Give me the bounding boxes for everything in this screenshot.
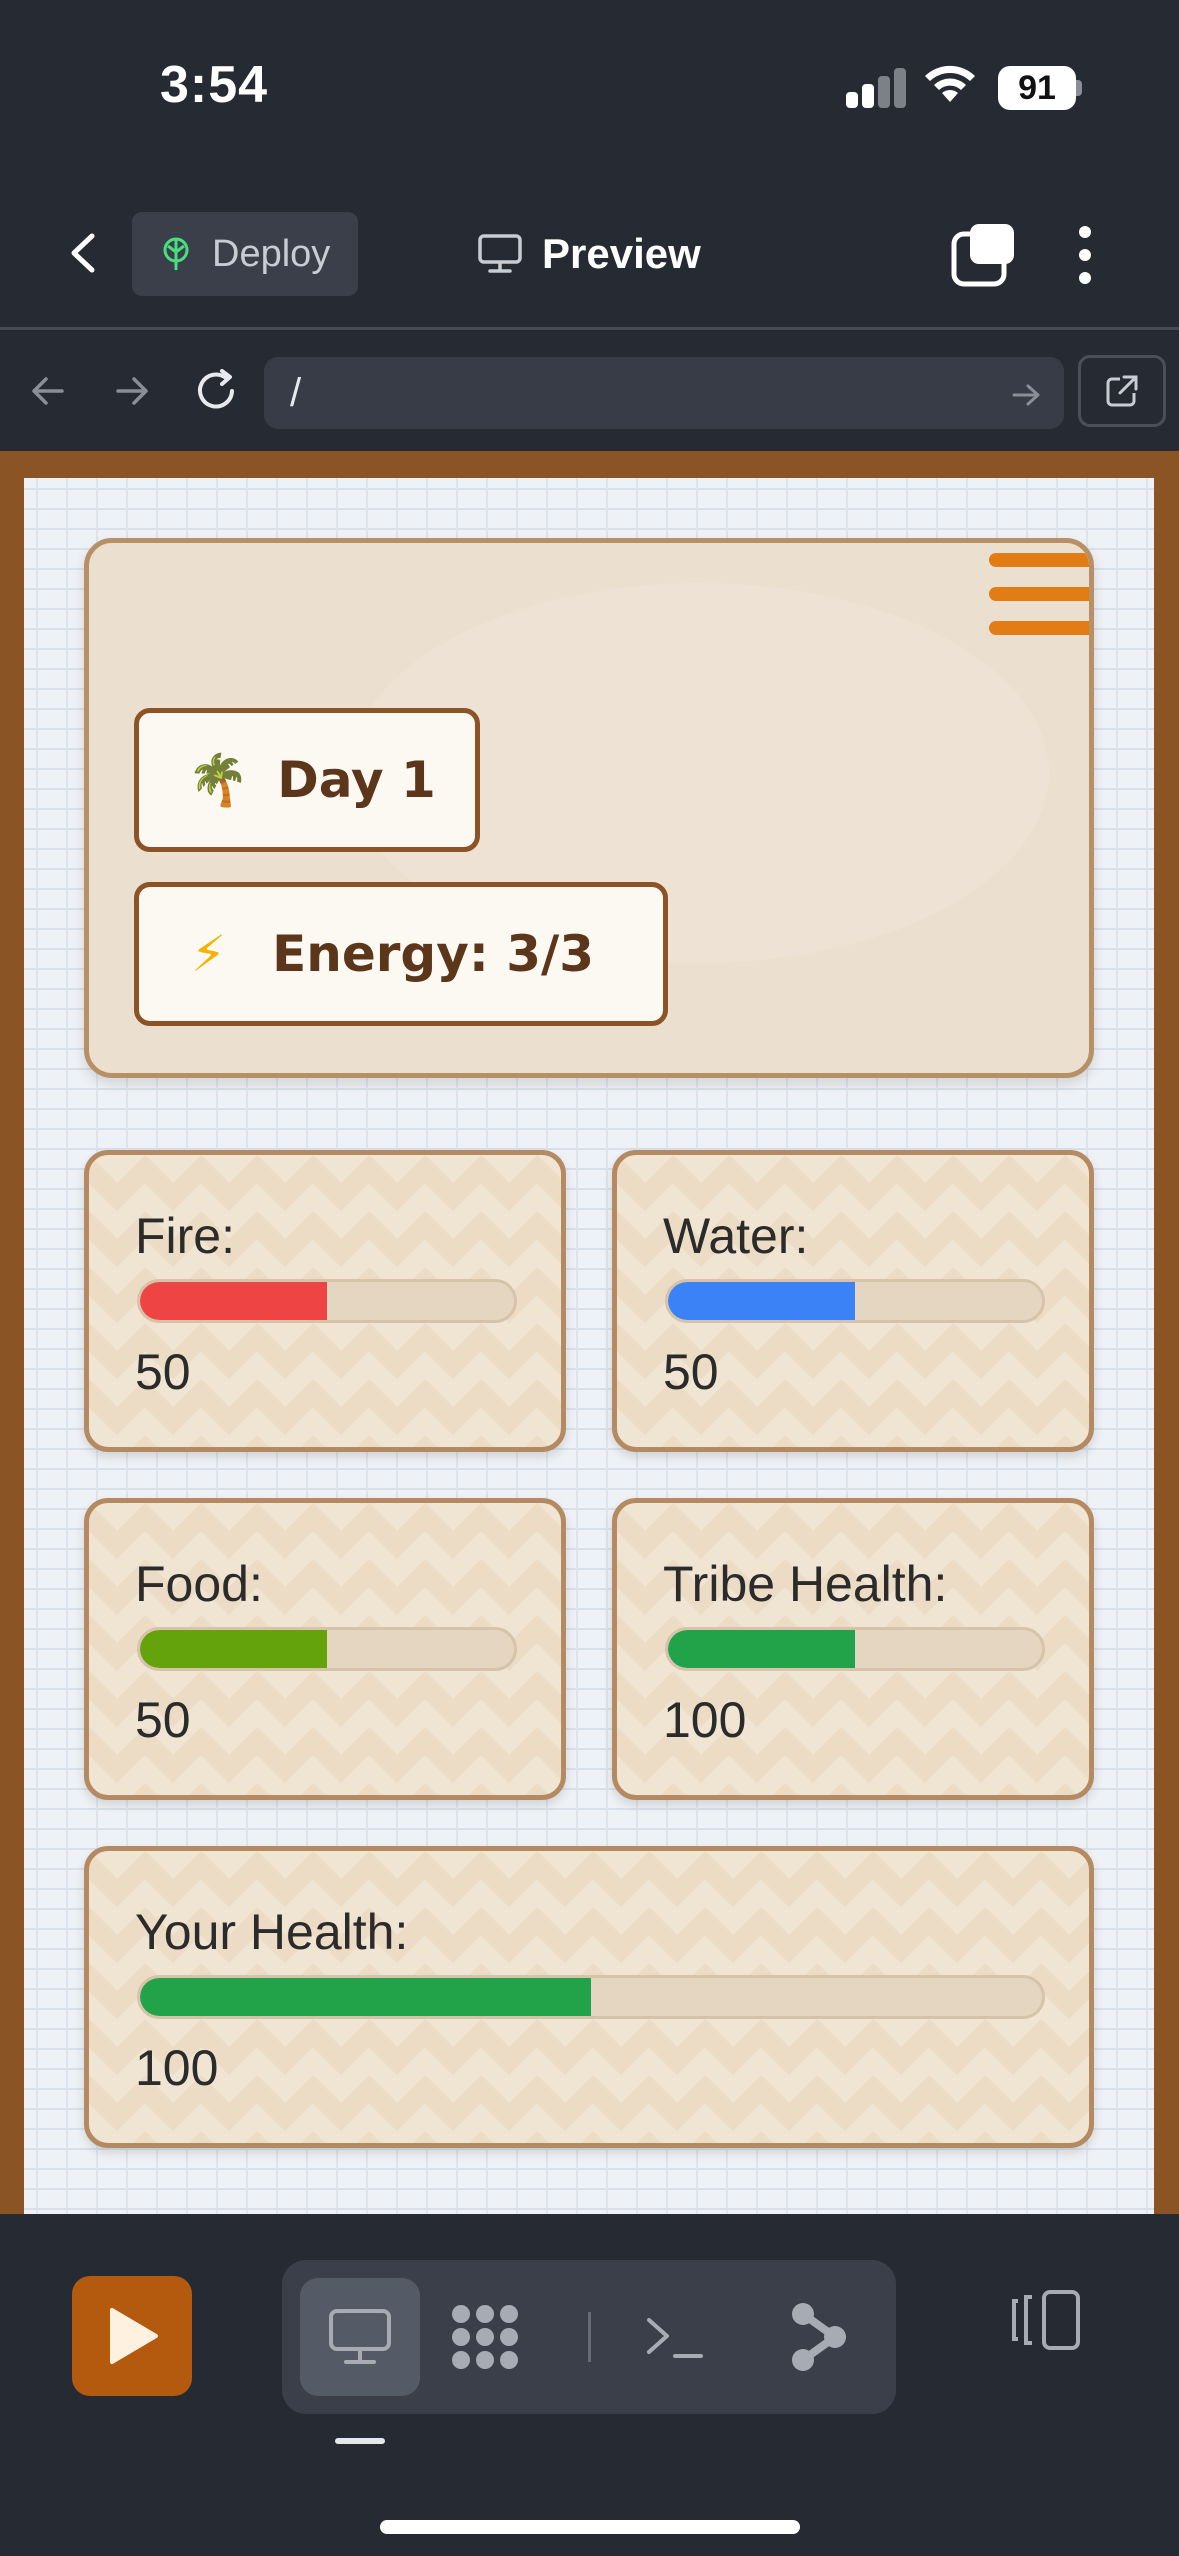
stat-value: 100 [663,1692,747,1748]
stat-label: Food: [135,1556,263,1612]
hamburger-menu-icon[interactable] [989,553,1089,635]
app-bar: Deploy Preview [0,170,1179,330]
play-icon [110,2308,158,2364]
git-branch-icon [792,2303,846,2371]
preview-tab[interactable]: Preview [478,222,701,286]
reload-icon[interactable] [192,367,240,415]
stat-bar [137,1975,1045,2019]
status-bar: 3:54 91 [0,0,1179,170]
tabs-icon[interactable] [950,222,1016,288]
desktop-icon [329,2309,391,2364]
stat-bar-fill [668,1630,855,1668]
bottom-toolbar [0,2214,1179,2556]
back-chevron-icon[interactable] [60,228,110,278]
wifi-icon [925,65,975,102]
more-vertical-icon[interactable] [1070,222,1100,288]
energy-badge: ⚡ Energy: 3/3 [134,882,668,1026]
stat-bar [665,1627,1045,1671]
status-time: 3:54 [160,56,269,114]
day-badge: 🌴 Day 1 [134,708,480,852]
home-indicator [380,2520,800,2534]
stat-bar-fill [140,1282,327,1320]
deploy-icon [163,237,189,270]
stat-value: 50 [663,1344,719,1400]
game-page: 🌴 Day 1 ⚡ Energy: 3/3 Fire: 50 Water: 50… [24,478,1154,2214]
run-button[interactable] [72,2276,192,2396]
stat-card-food: Food: 50 [84,1498,566,1800]
arrow-right-icon[interactable] [112,371,152,411]
stat-value: 50 [135,1344,191,1400]
open-external-button[interactable] [1078,355,1166,427]
battery-icon [1076,80,1082,96]
stat-bar [137,1627,517,1671]
energy-label: Energy: 3/3 [272,925,595,983]
battery-level: 91 [998,66,1076,110]
stat-card-water: Water: 50 [612,1150,1094,1452]
terminal-icon [647,2318,703,2358]
stat-card-tribe-health: Tribe Health: 100 [612,1498,1094,1800]
packages-tool-button[interactable] [430,2278,540,2396]
palm-tree-icon: 🌴 [187,750,250,809]
git-tool-button[interactable] [764,2278,874,2396]
preview-tool-button[interactable] [300,2278,420,2396]
monitor-icon [478,234,522,273]
day-label: Day 1 [277,751,436,809]
stat-bar-fill [140,1978,591,2016]
cellular-signal-icon [846,68,906,108]
arrow-left-icon[interactable] [28,371,68,411]
stat-label: Water: [663,1208,809,1264]
stat-value: 100 [135,2040,219,2096]
packages-icon [452,2305,518,2369]
stat-bar-fill [140,1630,327,1668]
stat-bar [665,1279,1045,1323]
stat-label: Your Health: [135,1904,409,1960]
tool-switcher [282,2260,896,2414]
terminal-tool-button[interactable] [620,2278,730,2396]
preview-label: Preview [542,230,701,277]
url-input[interactable]: / [264,357,1064,429]
panel-toggle-icon [1012,2290,1080,2350]
toolbar-divider [588,2312,591,2362]
preview-webview: 🌴 Day 1 ⚡ Energy: 3/3 Fire: 50 Water: 50… [0,451,1179,2214]
external-link-icon [1106,375,1138,407]
browser-url-row: / [0,333,1179,451]
stat-card-your-health: Your Health: 100 [84,1846,1094,2148]
stat-bar-fill [668,1282,855,1320]
stat-bar [137,1279,517,1323]
stat-card-fire: Fire: 50 [84,1150,566,1452]
panel-toggle-button[interactable] [1006,2280,1086,2360]
stat-label: Tribe Health: [663,1556,948,1612]
lightning-icon: ⚡ [191,925,227,983]
stat-label: Fire: [135,1208,235,1264]
deploy-label: Deploy [212,232,331,275]
go-arrow-icon[interactable] [1010,381,1042,409]
stat-value: 50 [135,1692,191,1748]
game-header-card: 🌴 Day 1 ⚡ Energy: 3/3 [84,538,1094,1078]
deploy-button[interactable]: Deploy [132,212,358,296]
active-tool-indicator [335,2438,385,2444]
